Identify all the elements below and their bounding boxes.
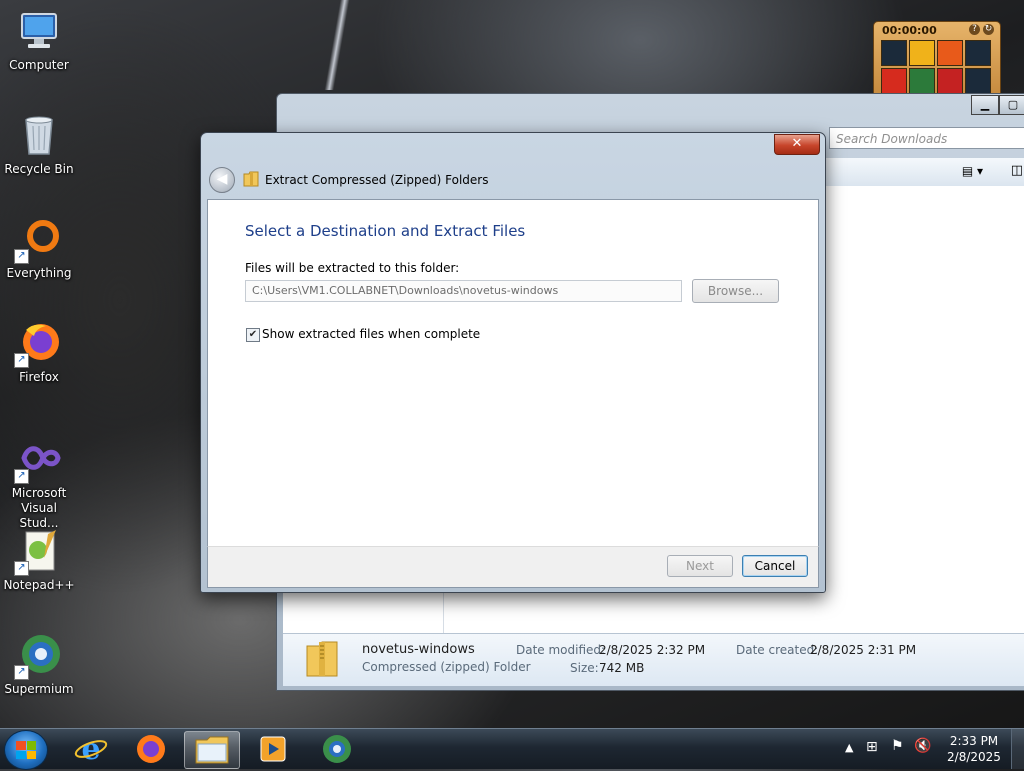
gadget-tile xyxy=(937,68,963,94)
dialog-footer: Next Cancel xyxy=(207,546,819,588)
recycle-bin-icon xyxy=(16,112,62,158)
gadget-tile xyxy=(965,68,991,94)
desktop-icon-label: Recycle Bin xyxy=(4,162,74,176)
shortcut-arrow-icon: ↗ xyxy=(14,469,29,484)
gadget-tile xyxy=(909,68,935,94)
computer-icon xyxy=(16,8,62,54)
ie-icon: e xyxy=(74,732,108,767)
search-input[interactable]: Search Downloads xyxy=(829,127,1024,149)
size-label: Size: xyxy=(570,661,599,675)
show-desktop-button[interactable] xyxy=(1011,729,1024,769)
desktop-icon-label: Firefox xyxy=(19,370,59,384)
desktop-icon-label: Supermium xyxy=(4,682,74,696)
date-modified-label: Date modified: xyxy=(516,643,606,657)
action-center-flag-icon[interactable]: ⚑ xyxy=(891,738,904,754)
close-button[interactable]: ✕ xyxy=(774,134,820,155)
date-modified-value: 2/8/2025 2:32 PM xyxy=(599,643,706,657)
taskbar: e ▲ ⊞ ⚑ 🔇 2:33 PM 2/8/2025 xyxy=(0,728,1024,770)
browse-button[interactable]: Browse... xyxy=(692,279,779,303)
destination-path-field[interactable]: C:\Users\VM1.COLLABNET\Downloads\novetus… xyxy=(245,280,682,302)
volume-muted-icon[interactable]: 🔇 xyxy=(914,738,931,754)
shortcut-arrow-icon: ↗ xyxy=(14,353,29,368)
minimize-button[interactable]: ▁ xyxy=(971,95,999,115)
shortcut-arrow-icon: ↗ xyxy=(14,561,29,576)
size-value: 742 MB xyxy=(599,661,645,675)
dialog-body: Select a Destination and Extract Files F… xyxy=(207,199,819,547)
desktop-icon-recycle-bin[interactable]: Recycle Bin xyxy=(0,112,78,177)
file-explorer-icon xyxy=(195,736,229,764)
show-hidden-icons-chevron-icon[interactable]: ▲ xyxy=(845,741,853,754)
supermium-icon xyxy=(323,735,351,763)
system-clock[interactable]: 2:33 PM 2/8/2025 xyxy=(946,733,1002,765)
desktop-icon-label: Computer xyxy=(9,58,69,72)
refresh-icon[interactable]: ↻ xyxy=(983,24,994,35)
firefox-icon: ↗ xyxy=(14,320,62,368)
gadget-tile xyxy=(965,40,991,66)
taskbar-explorer-button[interactable] xyxy=(184,731,240,769)
maximize-button[interactable]: ▢ xyxy=(999,95,1024,115)
zip-folder-icon xyxy=(305,640,339,678)
firefox-icon xyxy=(137,735,165,763)
show-extracted-files-checkbox[interactable]: ✔ xyxy=(246,328,260,342)
gadget-time: 00:00:00 xyxy=(882,24,937,37)
file-type: Compressed (zipped) Folder xyxy=(362,660,531,674)
clock-date: 2/8/2025 xyxy=(947,750,1001,764)
date-created-label: Date created: xyxy=(736,643,819,657)
gadget-tile xyxy=(881,68,907,94)
shortcut-arrow-icon: ↗ xyxy=(14,665,29,680)
desktop-icon-firefox[interactable]: ↗ Firefox xyxy=(0,320,78,385)
taskbar-ie-button[interactable]: e xyxy=(64,731,118,767)
dialog-title: Extract Compressed (Zipped) Folders xyxy=(265,173,489,187)
wallpaper-lightning xyxy=(322,0,352,90)
everything-icon: ↗ xyxy=(14,216,62,264)
next-button[interactable]: Next xyxy=(667,555,733,577)
network-icon[interactable]: ⊞ xyxy=(866,739,878,755)
gadget-tile xyxy=(881,40,907,66)
desktop-icon-label: Everything xyxy=(6,266,72,280)
supermium-icon: ↗ xyxy=(14,632,62,680)
file-name: novetus-windows xyxy=(362,642,475,657)
date-created-value: 2/8/2025 2:31 PM xyxy=(810,643,917,657)
start-button[interactable] xyxy=(4,730,48,770)
clock-time: 2:33 PM xyxy=(949,734,999,748)
view-options-icon[interactable]: ▤ ▾ xyxy=(962,164,983,178)
desktop-icon-notepadpp[interactable]: ↗ Notepad++ xyxy=(0,528,78,593)
taskbar-supermium-button[interactable] xyxy=(310,731,364,767)
visual-studio-icon: ↗ xyxy=(14,436,62,484)
notepadpp-icon: ↗ xyxy=(14,528,62,576)
desktop-icon-label: Notepad++ xyxy=(3,578,75,592)
desktop-icon-visual-studio[interactable]: ↗ Microsoft Visual Stud... xyxy=(0,436,78,531)
desktop-icon-supermium[interactable]: ↗ Supermium xyxy=(0,632,78,697)
shortcut-arrow-icon: ↗ xyxy=(14,249,29,264)
svg-text:e: e xyxy=(81,732,100,767)
desktop-icon-computer[interactable]: Computer xyxy=(0,8,78,73)
gadget-tile xyxy=(909,40,935,66)
desktop-icon-label: Microsoft Visual Stud... xyxy=(11,486,67,530)
gadget-tile xyxy=(937,40,963,66)
preview-pane-icon[interactable]: ◫ xyxy=(1011,163,1023,178)
show-extracted-files-label[interactable]: Show extracted files when complete xyxy=(262,327,480,341)
help-icon[interactable]: ? xyxy=(969,24,980,35)
dialog-header: ◀ Extract Compressed (Zipped) Folders xyxy=(207,163,819,197)
media-player-icon xyxy=(260,736,286,762)
desktop-icon-everything[interactable]: ↗ Everything xyxy=(0,216,78,281)
windows-logo-icon xyxy=(16,741,36,759)
back-arrow-icon[interactable]: ◀ xyxy=(209,167,235,193)
cancel-button[interactable]: Cancel xyxy=(742,555,808,577)
destination-label: Files will be extracted to this folder: xyxy=(245,261,460,275)
details-pane: novetus-windows Compressed (zipped) Fold… xyxy=(283,633,1024,686)
zip-folder-icon xyxy=(243,171,259,187)
taskbar-firefox-button[interactable] xyxy=(124,731,178,767)
extract-dialog[interactable]: ✕ ◀ Extract Compressed (Zipped) Folders … xyxy=(200,132,826,593)
taskbar-media-player-button[interactable] xyxy=(246,731,300,767)
page-heading: Select a Destination and Extract Files xyxy=(245,222,526,240)
